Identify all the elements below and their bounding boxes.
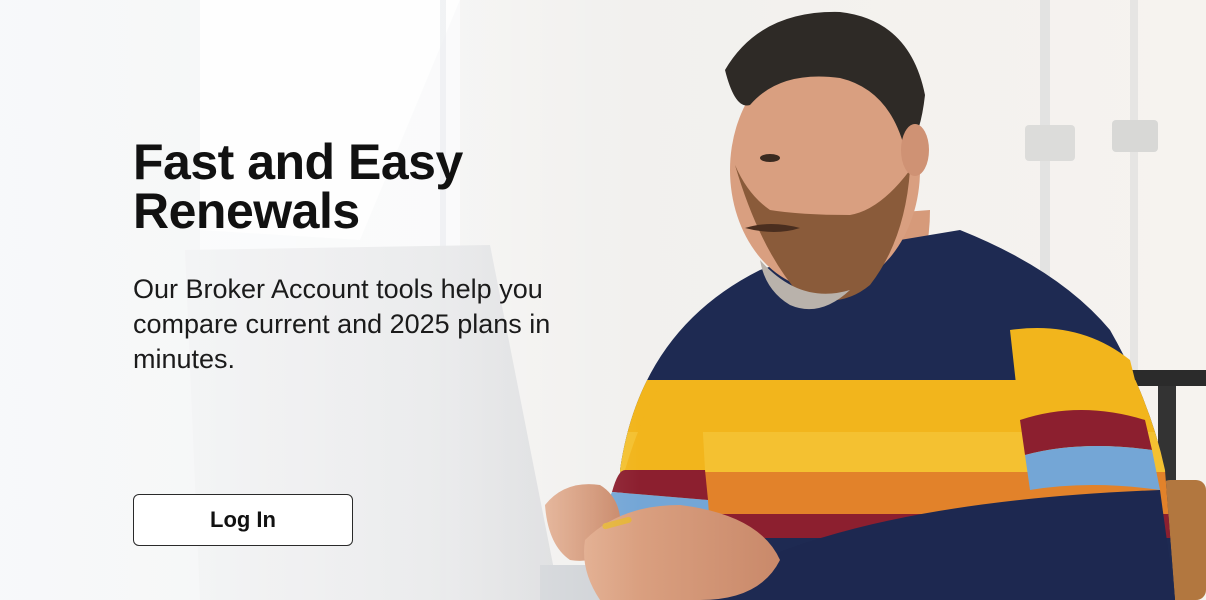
hero-copy: Fast and Easy Renewals Our Broker Accoun… bbox=[133, 134, 563, 377]
login-button[interactable]: Log In bbox=[133, 494, 353, 546]
headline: Fast and Easy Renewals bbox=[133, 134, 463, 239]
hero-description: Our Broker Account tools help you compar… bbox=[133, 274, 551, 374]
hero-banner: Fast and Easy Renewals Our Broker Accoun… bbox=[0, 0, 1206, 600]
